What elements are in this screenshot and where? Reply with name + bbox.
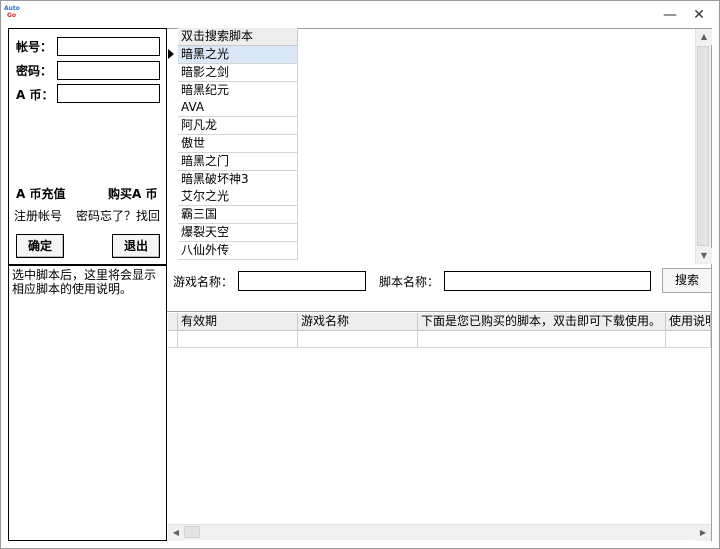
script-list-item[interactable]: AVA xyxy=(178,99,298,118)
grid-corner xyxy=(168,313,178,331)
coin-balance-input[interactable] xyxy=(57,84,160,103)
password-input[interactable] xyxy=(57,61,160,80)
script-list-item[interactable]: 暗影之剑 xyxy=(178,63,298,82)
scroll-right-icon[interactable]: ▶ xyxy=(695,525,711,541)
grid-cell[interactable] xyxy=(418,331,666,348)
column-header-game-name[interactable]: 游戏名称 xyxy=(298,313,418,331)
grid-new-row-header[interactable] xyxy=(168,331,178,348)
script-name-input[interactable] xyxy=(444,271,651,291)
script-description: 选中脚本后，这里将会显示相应脚本的使用说明。 xyxy=(8,265,167,541)
coin-label: A 币： xyxy=(16,88,54,102)
script-list-item[interactable]: 霸三国 xyxy=(178,206,298,225)
logo-text-line1: Auto xyxy=(4,5,20,12)
script-list-scroll-thumb[interactable] xyxy=(697,46,709,246)
column-header-validity[interactable]: 有效期 xyxy=(178,313,298,331)
script-list-item[interactable]: 傲世 xyxy=(178,135,298,153)
script-list-item[interactable]: 艾尔之光 xyxy=(178,188,298,207)
minimize-icon: — xyxy=(663,7,677,23)
script-list-item[interactable]: 爆裂天空 xyxy=(178,224,298,242)
script-list-header[interactable]: 双击搜索脚本 xyxy=(178,28,298,46)
script-list-item[interactable]: 暗黑破坏神3 xyxy=(178,170,298,189)
grid-cell[interactable] xyxy=(666,331,711,348)
recharge-coin-link[interactable]: A 币充值 xyxy=(16,185,65,202)
ok-button[interactable]: 确定 xyxy=(16,234,64,258)
purchased-grid-hscrollbar[interactable]: ◀ ▶ xyxy=(168,524,711,541)
close-button[interactable]: ✕ xyxy=(689,6,709,24)
app-logo: Auto Go xyxy=(4,5,24,21)
minimize-button[interactable]: — xyxy=(660,6,680,24)
column-header-script[interactable]: 下面是您已购买的脚本，双击即可下载使用。 xyxy=(418,313,666,331)
buy-coin-link[interactable]: 购买A 币 xyxy=(108,185,157,202)
script-list-item[interactable]: 暗黑纪元 xyxy=(178,81,298,100)
column-header-usage[interactable]: 使用说明 xyxy=(666,313,711,331)
account-label: 帐号： xyxy=(16,40,53,54)
exit-button[interactable]: 退出 xyxy=(112,234,160,258)
scroll-left-icon[interactable]: ◀ xyxy=(168,525,184,541)
script-list-item[interactable]: 阿凡龙 xyxy=(178,117,298,136)
purchased-grid-hscroll-thumb[interactable] xyxy=(184,526,200,538)
search-button[interactable]: 搜索 xyxy=(662,268,712,293)
scroll-up-icon[interactable]: ▲ xyxy=(696,29,712,45)
password-label: 密码： xyxy=(16,64,53,78)
close-icon: ✕ xyxy=(693,7,705,23)
logo-text-line2: Go xyxy=(7,12,17,19)
script-list-item[interactable]: 八仙外传 xyxy=(178,241,298,260)
forgot-password-link[interactable]: 密码忘了？找回 xyxy=(76,207,160,224)
grid-cell[interactable] xyxy=(298,331,418,348)
script-list-item[interactable]: 暗黑之光 xyxy=(178,46,298,64)
game-name-input[interactable] xyxy=(238,271,366,291)
current-row-arrow-icon xyxy=(168,49,174,59)
scroll-down-icon[interactable]: ▼ xyxy=(696,248,712,264)
script-list-item[interactable]: 暗黑之门 xyxy=(178,152,298,171)
script-name-label: 脚本名称： xyxy=(379,275,440,289)
register-account-link[interactable]: 注册帐号 xyxy=(14,207,62,224)
game-name-label: 游戏名称： xyxy=(173,275,234,289)
account-input[interactable] xyxy=(57,37,160,56)
grid-cell[interactable] xyxy=(178,331,298,348)
